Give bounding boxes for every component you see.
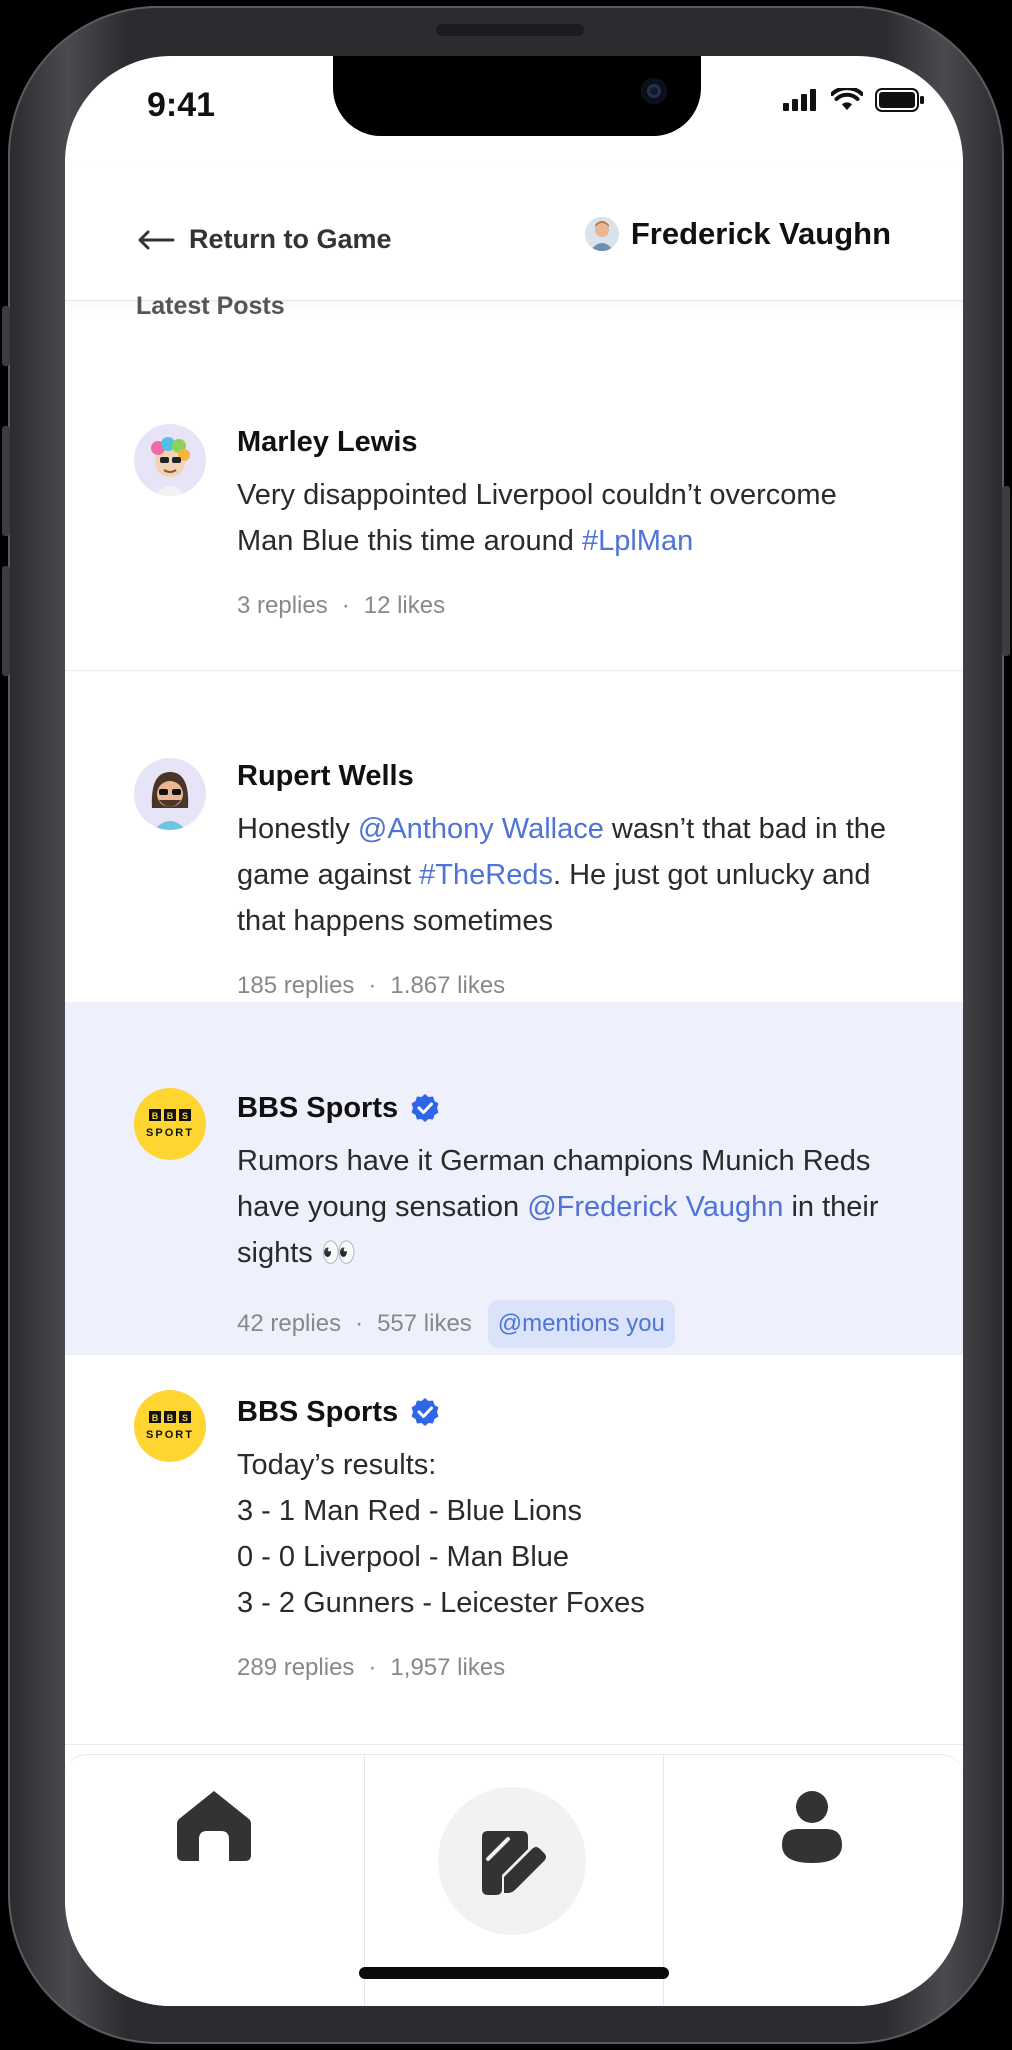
post-author[interactable]: Rupert Wells <box>237 756 897 796</box>
mention-link[interactable]: @Frederick Vaughn <box>527 1191 783 1223</box>
post-meta: 185 replies · 1.867 likes <box>237 972 506 1000</box>
svg-text:B: B <box>167 1413 174 1423</box>
tab-profile[interactable] <box>780 1789 844 1870</box>
replies-count[interactable]: 289 replies <box>237 1654 354 1682</box>
post-author[interactable]: Marley Lewis <box>237 422 897 462</box>
verified-badge-icon <box>411 1398 439 1426</box>
post-text: Rumors have it German champions Munich R… <box>237 1145 879 1269</box>
signal-icon <box>783 89 816 111</box>
post-text: Today’s results: 3 - 1 Man Red - Blue Li… <box>237 1442 897 1626</box>
svg-text:S: S <box>182 1111 188 1121</box>
user-name: Frederick Vaughn <box>630 216 891 251</box>
notch <box>333 56 701 136</box>
replies-count[interactable]: 3 replies <box>237 592 328 620</box>
wifi-icon <box>831 88 863 110</box>
tab-home[interactable] <box>175 1789 253 1868</box>
current-user[interactable]: Frederick Vaughn <box>584 216 891 252</box>
post-author[interactable]: BBS Sports <box>237 1392 897 1432</box>
mention-link[interactable]: @Anthony Wallace <box>358 813 604 845</box>
post-author[interactable]: BBS Sports <box>237 1088 897 1128</box>
phone-frame: 9:41 Return to Game Frederick Vaughn Lat… <box>2 6 1010 2044</box>
likes-count[interactable]: 12 likes <box>364 592 445 620</box>
results-line: 3 - 1 Man Red - Blue Lions <box>237 1495 582 1527</box>
mentions-you-badge: @mentions you <box>487 1300 675 1348</box>
svg-text:B: B <box>152 1413 159 1423</box>
bbs-sport-logo: B B S SPORT <box>134 1390 206 1462</box>
svg-text:B: B <box>167 1111 174 1121</box>
post-item[interactable]: Rupert Wells Honestly @Anthony Wallace w… <box>65 670 963 1003</box>
compose-icon <box>482 1831 546 1895</box>
likes-count[interactable]: 1,957 likes <box>390 1654 505 1682</box>
user-avatar <box>584 217 619 251</box>
replies-count[interactable]: 185 replies <box>237 972 354 1000</box>
section-title: Latest Posts <box>136 292 285 320</box>
post-text: Honestly @Anthony Wallace wasn’t that ba… <box>237 813 887 937</box>
post-meta: 3 replies · 12 likes <box>237 592 446 620</box>
hashtag-link[interactable]: #LplMan <box>582 525 693 557</box>
avatar <box>134 424 206 496</box>
post-meta: 42 replies · 557 likes @mentions you <box>237 1300 897 1348</box>
post-text: Very disappointed Liverpool couldn’t ove… <box>237 479 837 557</box>
volume-down-button <box>2 566 10 676</box>
arrow-left-icon <box>138 230 175 249</box>
results-line: 0 - 0 Liverpool - Man Blue <box>237 1541 570 1573</box>
top-header: Return to Game Frederick Vaughn <box>65 164 963 301</box>
post-meta: 289 replies · 1,957 likes <box>237 1654 506 1682</box>
home-icon <box>177 1791 251 1861</box>
status-time: 9:41 <box>147 86 216 124</box>
screen: 9:41 Return to Game Frederick Vaughn Lat… <box>65 56 963 2006</box>
svg-text:S: S <box>182 1413 188 1423</box>
speaker <box>436 24 584 36</box>
post-item[interactable]: B B S SPORT BBS Sports Today’s results: … <box>65 1354 963 1745</box>
svg-text:SPORT: SPORT <box>146 1429 194 1441</box>
post-item-mention[interactable]: B B S SPORT BBS Sports Rumors have it Ge… <box>65 1002 963 1355</box>
silent-switch <box>2 306 10 366</box>
avatar <box>134 758 206 830</box>
return-to-game-link[interactable]: Return to Game <box>137 224 392 255</box>
post-item[interactable]: Marley Lewis Very disappointed Liverpool… <box>65 336 963 671</box>
power-button <box>1002 486 1010 656</box>
camera <box>641 78 667 104</box>
return-to-game-label: Return to Game <box>189 224 392 254</box>
profile-icon <box>782 1791 842 1863</box>
svg-text:B: B <box>152 1111 159 1121</box>
compose-button[interactable] <box>438 1787 586 1935</box>
status-icons <box>783 88 925 112</box>
home-indicator <box>359 1967 669 1979</box>
bbs-sport-logo: B B S SPORT <box>134 1088 206 1160</box>
volume-up-button <box>2 426 10 536</box>
results-line: 3 - 2 Gunners - Leicester Foxes <box>237 1587 645 1619</box>
hashtag-link[interactable]: #TheReds <box>419 859 553 891</box>
replies-count[interactable]: 42 replies <box>237 1310 341 1338</box>
likes-count[interactable]: 557 likes <box>377 1310 472 1338</box>
svg-text:SPORT: SPORT <box>146 1127 194 1139</box>
verified-badge-icon <box>411 1094 439 1122</box>
results-line: Today’s results: <box>237 1449 437 1481</box>
battery-icon <box>875 88 924 112</box>
likes-count[interactable]: 1.867 likes <box>390 972 505 1000</box>
